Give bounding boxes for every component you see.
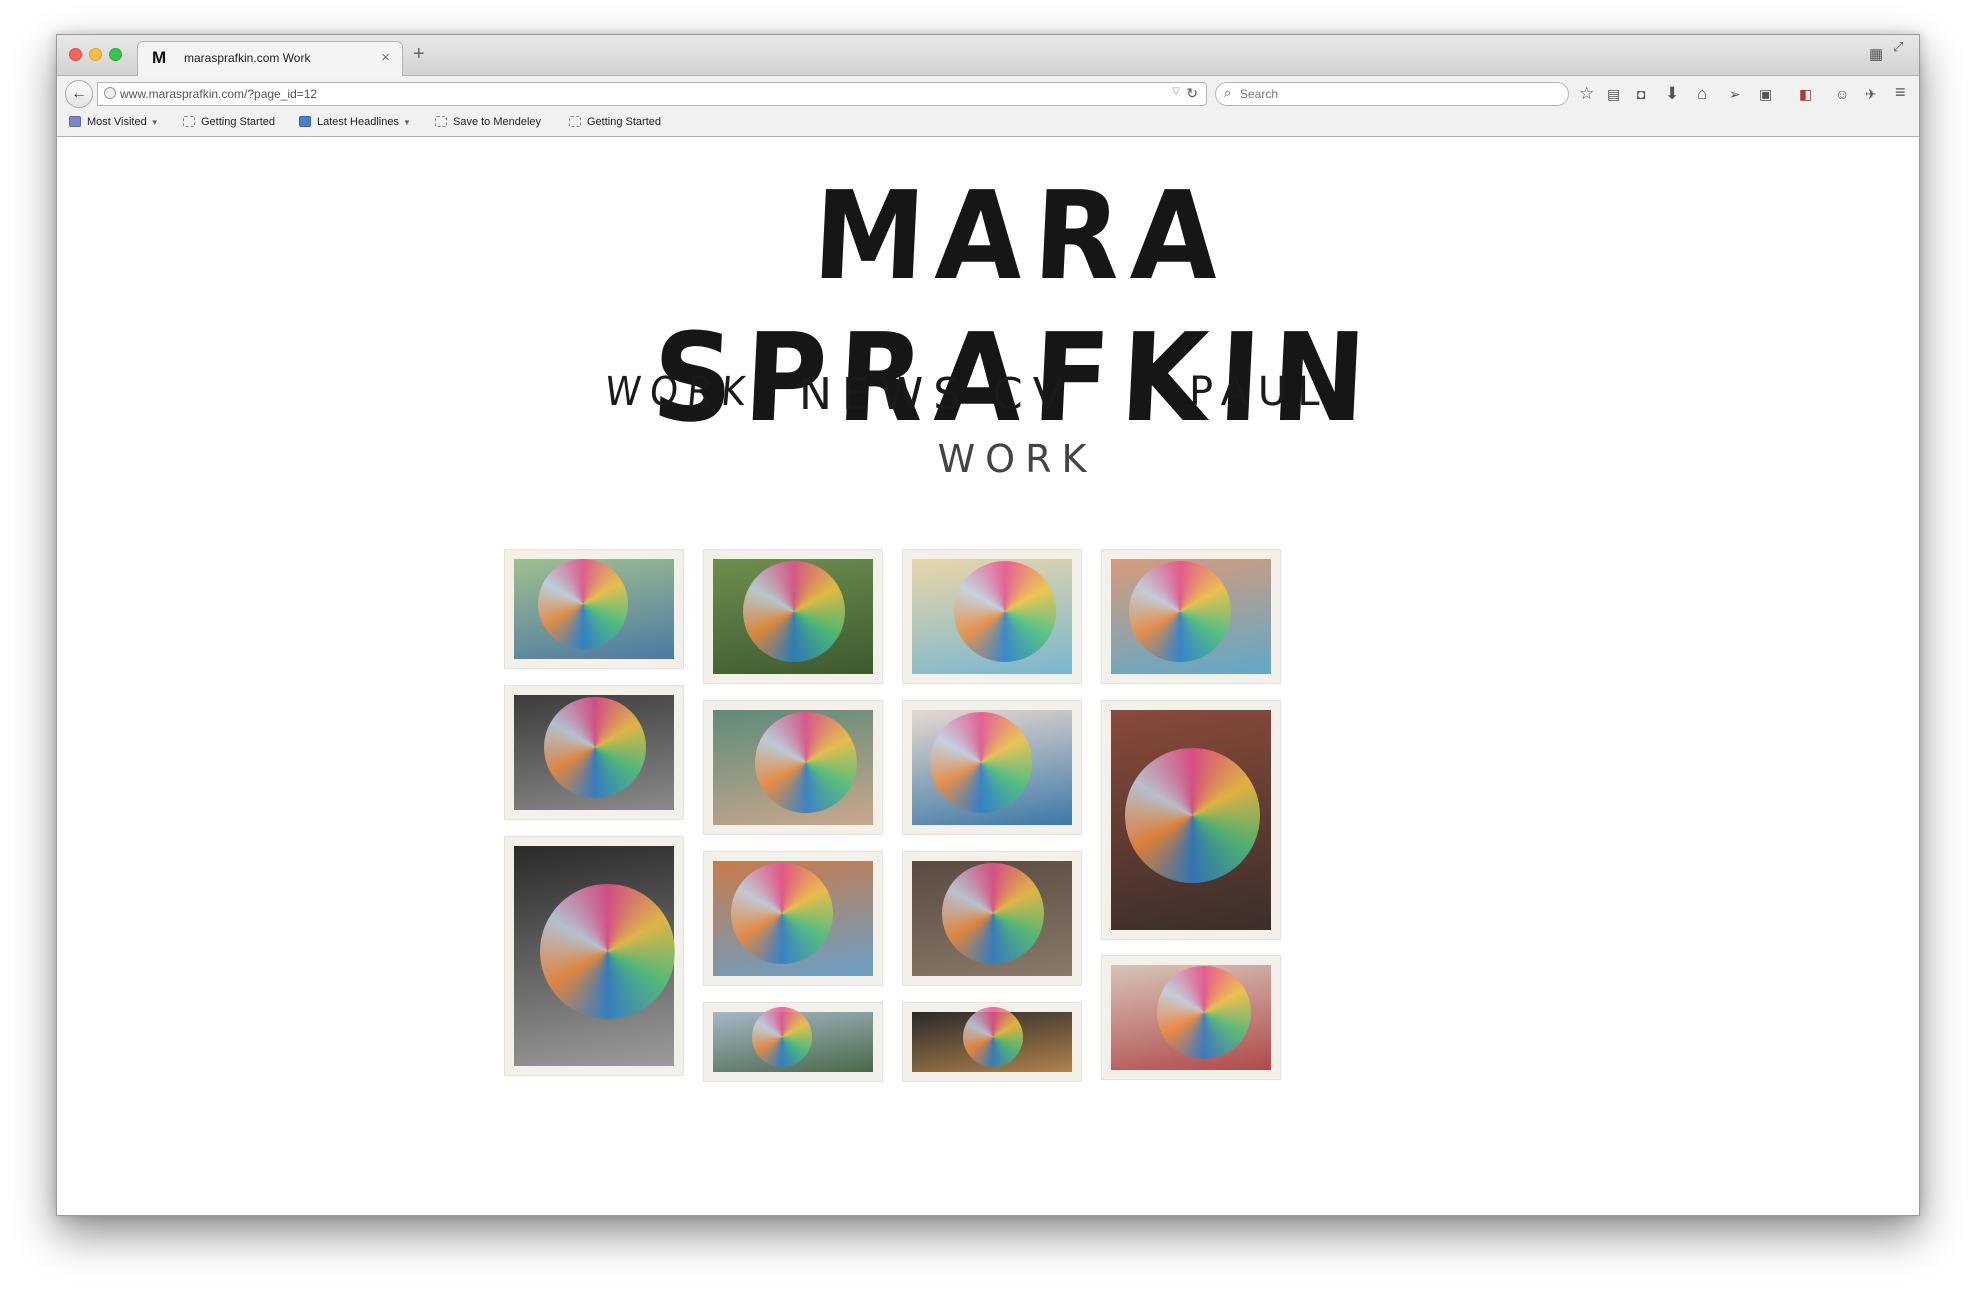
starburst-collage	[1157, 965, 1251, 1060]
gallery-thumbnail[interactable]	[902, 549, 1082, 684]
chevron-down-icon: ▼	[150, 118, 159, 127]
new-tab-button[interactable]: +	[413, 43, 425, 66]
nav-paul[interactable]: PAUL	[1189, 369, 1330, 415]
reload-icon[interactable]: ↻	[1186, 85, 1198, 102]
bookmark-latest-headlines[interactable]: Latest Headlines ▼	[299, 116, 411, 128]
artwork-image	[713, 1007, 873, 1072]
starburst-collage	[731, 862, 833, 965]
artwork-image	[912, 710, 1072, 825]
page-heading: WORK	[937, 437, 1097, 481]
back-button[interactable]: ←	[65, 80, 93, 108]
gallery-thumbnail[interactable]	[1101, 549, 1281, 684]
tab-active[interactable]: M marasprafkin.com Work ×	[137, 41, 403, 76]
close-window-button[interactable]	[69, 48, 82, 61]
navigation-toolbar: ← www.marasprafkin.com/?page_id=12 ▽ ↻ ⌕…	[57, 76, 1919, 112]
artwork-image	[1111, 965, 1271, 1070]
artwork-image	[713, 710, 873, 825]
bookmark-save-to-mendeley[interactable]: Save to Mendeley	[435, 116, 541, 128]
tab-close-icon[interactable]: ×	[381, 49, 390, 66]
starburst-collage	[752, 1007, 812, 1067]
bookmark-star-icon[interactable]: ☆	[1579, 84, 1594, 104]
starburst-collage	[1129, 560, 1231, 663]
folder-icon	[69, 116, 81, 127]
gallery-thumbnail[interactable]	[504, 685, 684, 820]
url-bar[interactable]: www.marasprafkin.com/?page_id=12 ▽ ↻	[97, 82, 1207, 106]
site-favicon-icon: M	[152, 48, 167, 67]
bookmarks-toolbar: Most Visited ▼ Getting Started Latest Hea…	[57, 112, 1919, 137]
page-content: MARA SPRAFKIN WORK NEWS CV PAUL WORK	[57, 137, 1919, 1215]
screenshot-icon[interactable]: ▣	[1759, 84, 1772, 104]
artwork-image	[912, 1007, 1072, 1072]
fullscreen-icon[interactable]: ⤢	[1893, 39, 1903, 55]
search-icon: ⌕	[1224, 85, 1232, 100]
starburst-collage	[942, 862, 1044, 965]
pocket-icon[interactable]: ◘	[1637, 84, 1645, 104]
menu-icon[interactable]: ≡	[1895, 82, 1906, 102]
home-icon[interactable]: ⌂	[1697, 84, 1707, 104]
reading-list-icon[interactable]: ▤	[1607, 84, 1620, 104]
search-bar[interactable]: ⌕ Search	[1215, 82, 1569, 106]
starburst-collage	[544, 696, 646, 799]
bookmark-page-icon	[435, 116, 447, 127]
site-identity-icon[interactable]	[104, 87, 116, 99]
send-icon[interactable]: ➢	[1729, 84, 1741, 104]
artwork-image	[514, 695, 674, 810]
gallery-thumbnail[interactable]	[902, 1002, 1082, 1082]
bookmark-page-icon	[569, 116, 581, 127]
nav-work[interactable]: WORK	[603, 369, 756, 415]
extension-icon[interactable]: ◧	[1799, 84, 1812, 104]
artwork-image	[514, 559, 674, 659]
starburst-collage	[1124, 747, 1260, 883]
nav-news[interactable]: NEWS	[799, 369, 971, 420]
tab-strip: M marasprafkin.com Work × + ▦ ⤢	[57, 35, 1919, 76]
gallery-thumbnail[interactable]	[1101, 700, 1281, 940]
url-text[interactable]: www.marasprafkin.com/?page_id=12	[120, 87, 317, 101]
starburst-collage	[755, 711, 857, 814]
sharing-icon[interactable]: ✈	[1865, 84, 1877, 104]
artwork-image	[713, 861, 873, 976]
starburst-collage	[954, 560, 1056, 663]
gallery-thumbnail[interactable]	[703, 700, 883, 835]
starburst-collage	[743, 560, 845, 663]
gallery-thumbnail[interactable]	[1101, 955, 1281, 1080]
tab-groups-icon[interactable]: ▦	[1869, 45, 1883, 63]
minimize-window-button[interactable]	[89, 48, 102, 61]
bookmark-getting-started-2[interactable]: Getting Started	[569, 116, 661, 128]
chat-icon[interactable]: ☺	[1835, 84, 1849, 104]
back-arrow-icon: ←	[71, 85, 87, 102]
starburst-collage	[930, 711, 1032, 814]
tab-title: marasprafkin.com Work	[184, 51, 311, 65]
gallery-thumbnail[interactable]	[902, 700, 1082, 835]
url-history-dropdown-icon[interactable]: ▽	[1172, 86, 1180, 97]
gallery-thumbnail[interactable]	[703, 549, 883, 684]
browser-window: M marasprafkin.com Work × + ▦ ⤢ ← www.ma…	[56, 34, 1920, 1216]
bookmark-most-visited[interactable]: Most Visited ▼	[69, 116, 159, 128]
starburst-collage	[539, 883, 675, 1019]
gallery-thumbnail[interactable]	[504, 836, 684, 1076]
starburst-collage	[538, 559, 628, 649]
artwork-image	[912, 559, 1072, 674]
downloads-icon[interactable]: ⬇	[1665, 84, 1679, 104]
artwork-image	[713, 559, 873, 674]
nav-cv[interactable]: CV	[992, 369, 1073, 420]
gallery-thumbnail[interactable]	[703, 851, 883, 986]
gallery-thumbnail[interactable]	[703, 1002, 883, 1082]
gallery-thumbnail[interactable]	[902, 851, 1082, 986]
artwork-image	[1111, 710, 1271, 930]
rss-icon	[299, 116, 311, 127]
starburst-collage	[963, 1007, 1023, 1067]
artwork-image	[514, 846, 675, 1066]
gallery-thumbnail[interactable]	[504, 549, 684, 669]
search-placeholder: Search	[1240, 87, 1279, 101]
artwork-image	[1111, 559, 1271, 674]
maximize-window-button[interactable]	[109, 48, 122, 61]
artwork-image	[912, 861, 1072, 976]
chevron-down-icon: ▼	[402, 118, 411, 127]
bookmark-getting-started[interactable]: Getting Started	[183, 116, 275, 128]
bookmark-page-icon	[183, 116, 195, 127]
